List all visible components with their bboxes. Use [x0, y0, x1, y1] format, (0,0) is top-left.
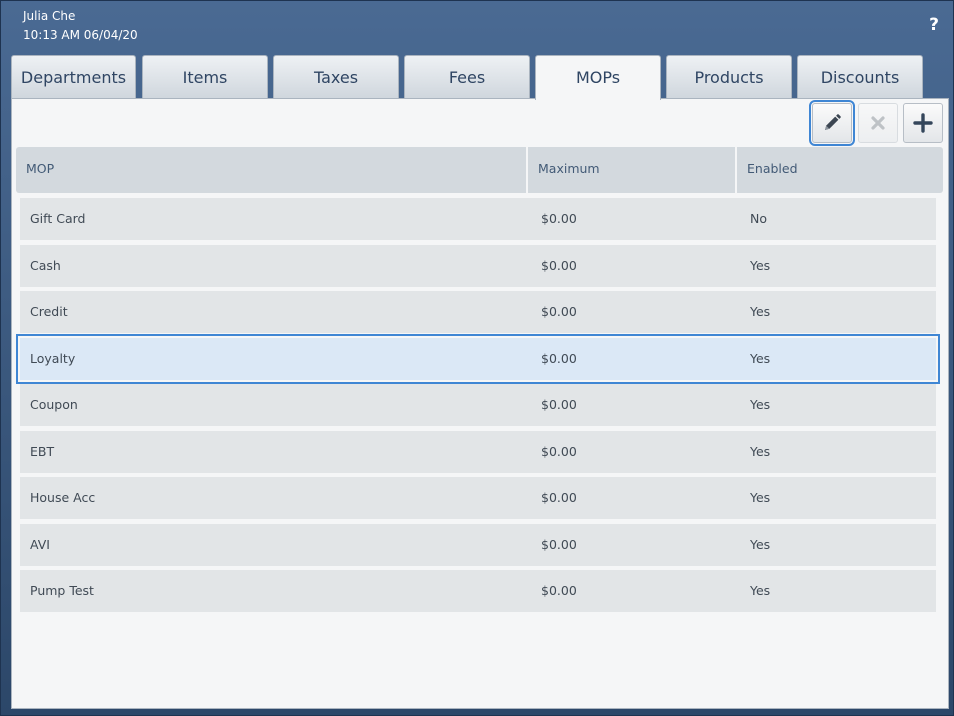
table-row[interactable]: Loyalty $0.00 Yes	[16, 333, 940, 384]
cell-mop: Cash	[30, 257, 61, 273]
table-row[interactable]: AVI $0.00 Yes	[20, 523, 936, 566]
close-icon	[871, 116, 885, 130]
column-header-maximum[interactable]: Maximum	[528, 147, 600, 193]
cell-mop: House Acc	[30, 490, 96, 505]
cell-maximum: $0.00	[541, 304, 577, 319]
edit-button[interactable]	[809, 100, 855, 146]
table-row[interactable]: Credit $0.00 Yes	[20, 291, 936, 333]
plus-icon	[913, 113, 933, 133]
cell-maximum: $0.00	[541, 583, 577, 598]
cell-mop: Pump Test	[30, 583, 94, 598]
cell-enabled: Yes	[750, 257, 771, 273]
cell-enabled: Yes	[750, 536, 771, 552]
cell-maximum: $0.00	[541, 350, 577, 366]
cell-enabled: No	[750, 211, 767, 226]
cell-maximum: $0.00	[541, 211, 577, 226]
cell-maximum: $0.00	[541, 443, 577, 459]
tab-mops[interactable]: MOPs	[535, 55, 661, 100]
table-header: MOP Maximum Enabled	[16, 147, 943, 193]
tab-items[interactable]: Items	[142, 55, 268, 99]
cell-enabled: Yes	[750, 397, 771, 412]
cell-maximum: $0.00	[541, 257, 577, 273]
cell-mop: Coupon	[30, 397, 78, 412]
table-row[interactable]: EBT $0.00 Yes	[20, 430, 936, 473]
app-window: Julia Che 10:13 AM 06/04/20 ? Department…	[0, 0, 954, 716]
tab-fees[interactable]: Fees	[404, 55, 530, 99]
cell-enabled: Yes	[750, 350, 771, 366]
cell-mop: Loyalty	[30, 350, 76, 366]
help-icon[interactable]: ?	[929, 15, 939, 35]
table-row[interactable]: Cash $0.00 Yes	[20, 244, 936, 287]
table-row[interactable]: House Acc $0.00 Yes	[20, 477, 936, 519]
user-info: Julia Che 10:13 AM 06/04/20	[23, 7, 138, 45]
cell-maximum: $0.00	[541, 397, 577, 412]
tab-taxes[interactable]: Taxes	[273, 55, 399, 99]
cell-mop: AVI	[30, 536, 50, 552]
cell-mop: Gift Card	[30, 211, 86, 226]
column-header-enabled[interactable]: Enabled	[737, 147, 798, 193]
table-row[interactable]: Pump Test $0.00 Yes	[20, 570, 936, 612]
tab-departments[interactable]: Departments	[11, 55, 136, 99]
cell-mop: Credit	[30, 304, 68, 319]
cell-mop: EBT	[30, 443, 55, 459]
cell-enabled: Yes	[750, 490, 771, 505]
add-button[interactable]	[903, 103, 943, 143]
cell-maximum: $0.00	[541, 490, 577, 505]
user-name: Julia Che	[23, 9, 76, 23]
cell-enabled: Yes	[750, 304, 771, 319]
pencil-icon	[825, 114, 841, 130]
table-row[interactable]: Coupon $0.00 Yes	[20, 384, 936, 426]
column-header-mop[interactable]: MOP	[16, 147, 54, 193]
delete-button[interactable]	[858, 103, 898, 143]
tab-discounts[interactable]: Discounts	[797, 55, 923, 99]
table-row[interactable]: Gift Card $0.00 No	[20, 198, 936, 240]
cell-maximum: $0.00	[541, 536, 577, 552]
cell-enabled: Yes	[750, 583, 771, 598]
current-datetime: 10:13 AM 06/04/20	[23, 28, 138, 42]
tab-products[interactable]: Products	[666, 55, 792, 99]
cell-enabled: Yes	[750, 443, 771, 459]
